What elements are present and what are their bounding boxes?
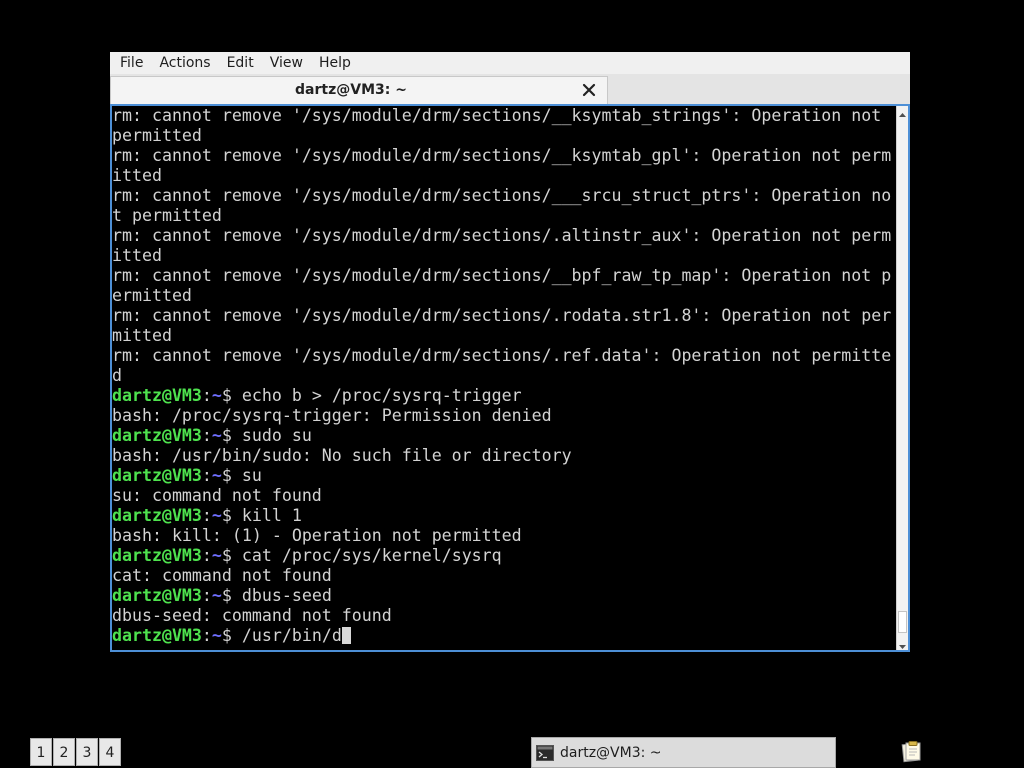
prompt-dir: ~	[211, 426, 222, 445]
prompt-dir: ~	[211, 506, 222, 525]
command-text: /usr/bin/d	[241, 626, 342, 645]
terminal-output-line: rm: cannot remove '/sys/module/drm/secti…	[112, 346, 892, 365]
terminal-output-line: rm: cannot remove '/sys/module/drm/secti…	[112, 306, 892, 325]
workspace-switcher: 1 2 3 4	[30, 738, 122, 768]
terminal-output-line: ermitted	[112, 286, 192, 305]
tab-title: dartz@VM3: ~	[295, 82, 407, 98]
terminal-output-line: rm: cannot remove '/sys/module/drm/secti…	[112, 266, 892, 285]
prompt-dir: ~	[211, 546, 222, 565]
prompt-user: dartz@VM3	[112, 466, 202, 485]
terminal-output-line: cat: command not found	[112, 566, 332, 585]
terminal-output-line: rm: cannot remove '/sys/module/drm/secti…	[112, 226, 892, 245]
command-text: cat /proc/sys/kernel/sysrq	[241, 546, 502, 565]
command-text: kill 1	[241, 506, 302, 525]
workspace-2-button[interactable]: 2	[53, 738, 75, 766]
menu-view[interactable]: View	[260, 52, 309, 74]
terminal-output-line: su: command not found	[112, 486, 322, 505]
terminal-output-line: mitted	[112, 326, 172, 345]
terminal-command-line: dartz@VM3:~$ sudo su	[112, 426, 312, 445]
tab-bar: dartz@VM3: ~	[110, 74, 910, 104]
prompt-dir: ~	[211, 586, 222, 605]
terminal-command-line: dartz@VM3:~$ kill 1	[112, 506, 302, 525]
terminal-output-line: rm: cannot remove '/sys/module/drm/secti…	[112, 146, 892, 165]
prompt-user: dartz@VM3	[112, 626, 202, 645]
desktop: File Actions Edit View Help dartz@VM3: ~…	[0, 0, 1024, 768]
terminal-output-line: bash: kill: (1) - Operation not permitte…	[112, 526, 522, 545]
menu-file[interactable]: File	[110, 52, 149, 74]
terminal-command-line: dartz@VM3:~$ su	[112, 466, 262, 485]
scroll-down-arrow-icon[interactable]	[897, 638, 908, 650]
menu-actions[interactable]: Actions	[149, 52, 216, 74]
command-text: dbus-seed	[241, 586, 332, 605]
notes-icon[interactable]	[899, 740, 923, 764]
command-text: su	[241, 466, 262, 485]
terminal-output-line: bash: /usr/bin/sudo: No such file or dir…	[112, 446, 572, 465]
taskbar-task-label: dartz@VM3: ~	[560, 744, 662, 761]
terminal-icon	[536, 744, 554, 761]
taskbar-task-terminal[interactable]: dartz@VM3: ~	[531, 737, 836, 768]
prompt-user: dartz@VM3	[112, 426, 202, 445]
terminal-command-line: dartz@VM3:~$ cat /proc/sys/kernel/sysrq	[112, 546, 502, 565]
terminal-output-line: bash: /proc/sysrq-trigger: Permission de…	[112, 406, 552, 425]
workspace-4-button[interactable]: 4	[99, 738, 121, 766]
prompt-dir: ~	[211, 466, 222, 485]
prompt-user: dartz@VM3	[112, 586, 202, 605]
prompt-user: dartz@VM3	[112, 546, 202, 565]
prompt-user: dartz@VM3	[112, 506, 202, 525]
terminal-output-line: itted	[112, 246, 162, 265]
terminal-output-line: permitted	[112, 126, 202, 145]
terminal-frame: rm: cannot remove '/sys/module/drm/secti…	[110, 104, 910, 652]
terminal-output-line: itted	[112, 166, 162, 185]
text-cursor	[341, 627, 351, 644]
workspace-1-button[interactable]: 1	[30, 738, 52, 766]
tab-terminal[interactable]: dartz@VM3: ~	[110, 76, 608, 104]
terminal-output-line: rm: cannot remove '/sys/module/drm/secti…	[112, 106, 882, 125]
command-text: sudo su	[241, 426, 312, 445]
terminal-output-line: rm: cannot remove '/sys/module/drm/secti…	[112, 186, 892, 205]
scroll-up-arrow-icon[interactable]	[897, 106, 908, 118]
terminal-active-prompt-line: dartz@VM3:~$ /usr/bin/d	[112, 626, 896, 646]
command-text: echo b > /proc/sysrq-trigger	[241, 386, 522, 405]
prompt-dir: ~	[211, 386, 222, 405]
menu-edit[interactable]: Edit	[217, 52, 260, 74]
scrollbar-thumb[interactable]	[898, 611, 907, 633]
terminal-window: File Actions Edit View Help dartz@VM3: ~…	[110, 52, 910, 652]
menu-help[interactable]: Help	[309, 52, 357, 74]
prompt-dir: ~	[211, 626, 222, 645]
terminal-output-line: t permitted	[112, 206, 222, 225]
menu-bar: File Actions Edit View Help	[110, 52, 910, 74]
terminal-output[interactable]: rm: cannot remove '/sys/module/drm/secti…	[112, 106, 896, 650]
terminal-command-line: dartz@VM3:~$ dbus-seed	[112, 586, 332, 605]
close-icon[interactable]	[581, 82, 597, 98]
terminal-output-line: d	[112, 366, 122, 385]
prompt-user: dartz@VM3	[112, 386, 202, 405]
terminal-command-line: dartz@VM3:~$ echo b > /proc/sysrq-trigge…	[112, 386, 522, 405]
vertical-scrollbar[interactable]	[896, 106, 908, 650]
workspace-3-button[interactable]: 3	[76, 738, 98, 766]
terminal-output-line: dbus-seed: command not found	[112, 606, 392, 625]
